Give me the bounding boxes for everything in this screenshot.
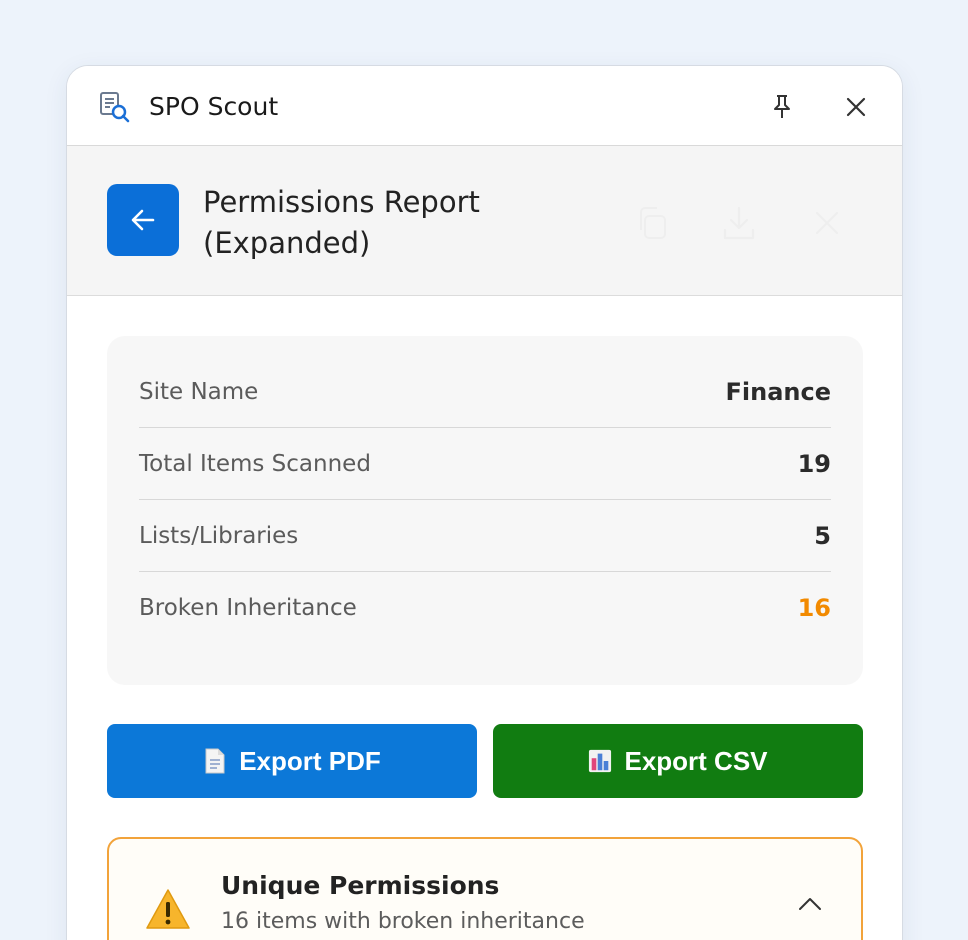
app-title: SPO Scout xyxy=(149,92,279,121)
stat-label: Broken Inheritance xyxy=(139,595,357,621)
export-csv-label: Export CSV xyxy=(624,745,768,776)
copy-button[interactable] xyxy=(631,202,673,244)
stat-value: 5 xyxy=(814,521,831,550)
download-icon xyxy=(723,206,755,240)
chevron-up-icon xyxy=(799,898,821,910)
title-bar: SPO Scout xyxy=(67,66,902,146)
export-pdf-label: Export PDF xyxy=(239,745,381,776)
unique-permissions-section[interactable]: Unique Permissions 16 items with broken … xyxy=(107,837,863,940)
dismiss-icon xyxy=(815,211,839,235)
bar-chart-icon xyxy=(588,748,612,774)
stat-value: 19 xyxy=(797,449,831,478)
back-button[interactable] xyxy=(107,184,179,256)
stat-row-lists-libraries: Lists/Libraries 5 xyxy=(139,500,831,572)
summary-card: Site Name Finance Total Items Scanned 19… xyxy=(107,336,863,685)
report-title: Permissions Report (Expanded) xyxy=(203,185,480,260)
document-icon xyxy=(203,748,227,774)
scout-panel: SPO Scout Permissions Report (Expanded) xyxy=(66,65,903,940)
warning-icon xyxy=(145,887,191,931)
stat-value: Finance xyxy=(725,377,832,406)
arrow-left-icon xyxy=(131,209,155,231)
stat-row-total-items: Total Items Scanned 19 xyxy=(139,428,831,500)
stat-label: Lists/Libraries xyxy=(139,522,299,549)
pin-icon xyxy=(774,95,790,118)
collapse-button[interactable] xyxy=(795,889,825,919)
stat-row-broken-inheritance: Broken Inheritance 16 xyxy=(139,572,831,644)
stat-value-warning: 16 xyxy=(797,594,831,622)
download-button[interactable] xyxy=(718,202,760,244)
stat-label: Total Items Scanned xyxy=(139,450,371,477)
copy-icon xyxy=(640,207,666,239)
section-title: Unique Permissions xyxy=(221,871,500,900)
export-pdf-button[interactable]: Export PDF xyxy=(107,724,477,798)
close-button[interactable] xyxy=(839,90,873,124)
export-csv-button[interactable]: Export CSV xyxy=(493,724,863,798)
dismiss-button[interactable] xyxy=(806,202,848,244)
section-subtitle: 16 items with broken inheritance xyxy=(221,909,585,934)
app-search-document-icon xyxy=(97,90,131,124)
report-header: Permissions Report (Expanded) xyxy=(67,146,902,296)
pin-button[interactable] xyxy=(765,90,799,124)
stat-row-site-name: Site Name Finance xyxy=(139,356,831,428)
stat-label: Site Name xyxy=(139,378,259,405)
close-icon xyxy=(846,97,866,117)
